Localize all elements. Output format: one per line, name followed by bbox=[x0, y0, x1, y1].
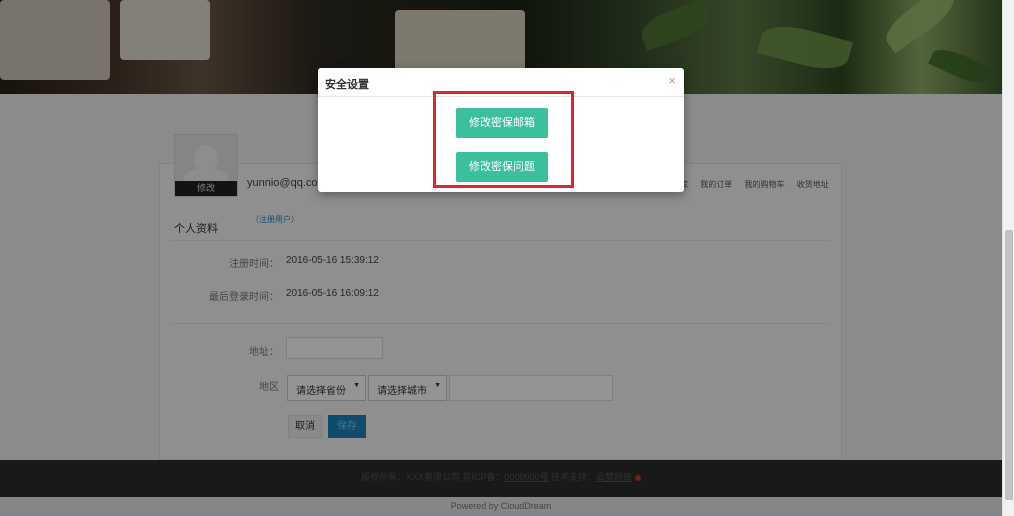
page-scrollbar[interactable] bbox=[1002, 0, 1014, 516]
close-icon[interactable]: × bbox=[668, 73, 676, 88]
annotation-highlight-box bbox=[433, 91, 574, 188]
scrollbar-thumb[interactable] bbox=[1005, 230, 1013, 500]
modal-title: 安全设置 bbox=[325, 79, 369, 91]
